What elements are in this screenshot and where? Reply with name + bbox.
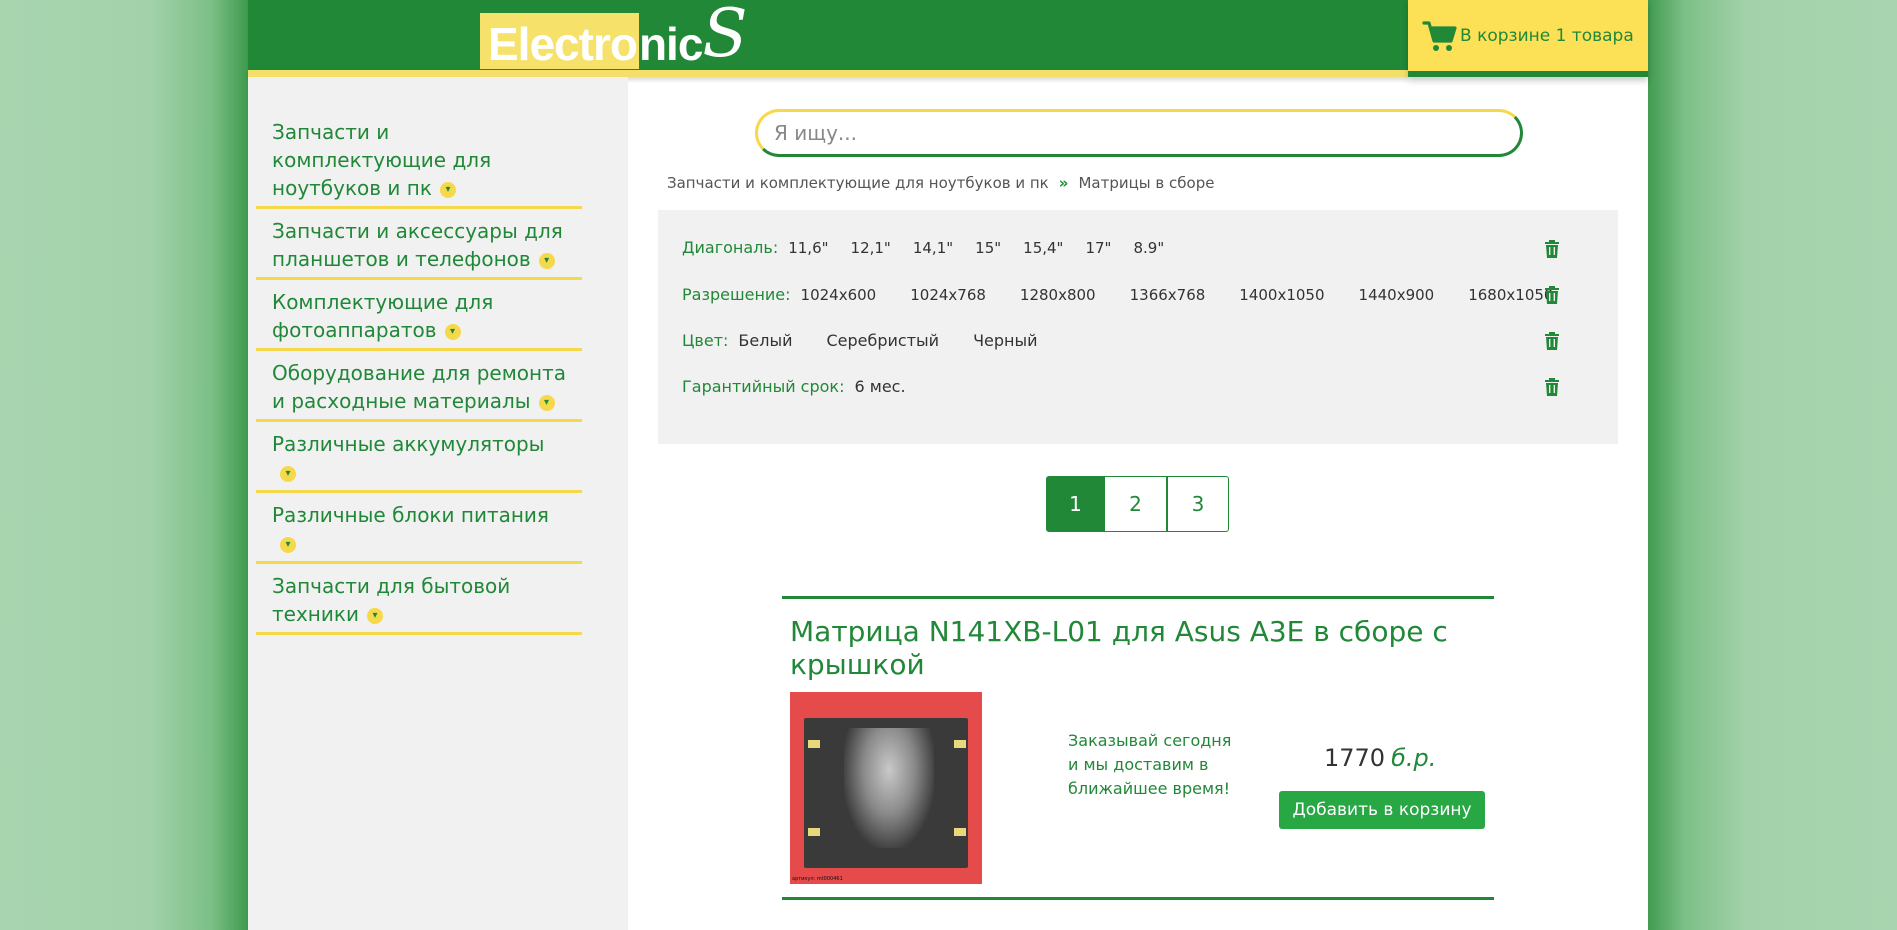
page: Electro nic S В корзине 1 товара Запчаст…: [248, 0, 1648, 930]
product-price: 1770 б.р.: [1324, 744, 1436, 772]
sidebar-menu: Запчасти и комплектующие для ноутбуков и…: [256, 117, 582, 642]
filter-value[interactable]: 15,4": [1023, 239, 1063, 257]
filter-value[interactable]: 11,6": [788, 239, 828, 257]
chevron-down-icon: ▾: [366, 607, 383, 624]
sidebar-item-label: Различные блоки питания: [272, 503, 549, 527]
background-left: [0, 0, 248, 930]
sidebar-item-batteries[interactable]: Различные аккумуляторы ▾: [256, 429, 582, 493]
product-image-tape: [808, 740, 820, 748]
filter-value[interactable]: Белый: [738, 331, 792, 350]
product-card: Матрица N141XB-L01 для Asus A3E в сборе …: [782, 596, 1494, 900]
sidebar-item-label: Оборудование для ремонта и расходные мат…: [272, 361, 566, 413]
cart-button[interactable]: В корзине 1 товара: [1408, 0, 1648, 77]
filter-label: Диагональ:: [682, 238, 779, 257]
breadcrumb-current: Матрицы в сборе: [1078, 174, 1215, 192]
product-image-code: артикул: mt000461: [792, 876, 843, 882]
filter-value[interactable]: Серебристый: [826, 331, 939, 350]
cart-text: В корзине 1 товара: [1460, 25, 1634, 46]
page-button-3[interactable]: 3: [1167, 476, 1229, 532]
sidebar-item-laptop-parts[interactable]: Запчасти и комплектующие для ноутбуков и…: [256, 117, 582, 209]
filter-value[interactable]: 1024x768: [910, 286, 986, 304]
filter-value[interactable]: 1366x768: [1130, 286, 1206, 304]
sidebar-item-tablet-parts[interactable]: Запчасти и аксессуары для планшетов и те…: [256, 216, 582, 280]
sidebar-item-label: Различные аккумуляторы: [272, 432, 545, 456]
product-image-tape: [954, 740, 966, 748]
filter-label: Цвет:: [682, 331, 729, 350]
add-to-cart-button[interactable]: Добавить в корзину: [1279, 791, 1485, 829]
filter-value[interactable]: 15": [975, 239, 1001, 257]
sidebar-item-power-supplies[interactable]: Различные блоки питания ▾: [256, 500, 582, 564]
background-right: [1647, 0, 1897, 930]
breadcrumb-parent-link[interactable]: Запчасти и комплектующие для ноутбуков и…: [667, 174, 1049, 192]
trash-icon[interactable]: [1544, 286, 1560, 304]
filter-label: Гарантийный срок:: [682, 377, 845, 396]
filter-value[interactable]: 1024x600: [801, 286, 877, 304]
filter-value[interactable]: 1680x1050: [1468, 286, 1553, 304]
logo-text-part1: Electro: [488, 18, 638, 70]
chevron-down-icon: ▾: [538, 394, 555, 411]
logo-highlight: Electro: [480, 13, 639, 69]
filter-value[interactable]: Черный: [973, 331, 1037, 350]
filters-panel: Диагональ: 11,6" 12,1" 14,1" 15" 15,4" 1…: [658, 210, 1618, 444]
sidebar-item-repair-equipment[interactable]: Оборудование для ремонта и расходные мат…: [256, 358, 582, 422]
filter-value[interactable]: 1280x800: [1020, 286, 1096, 304]
trash-icon[interactable]: [1544, 240, 1560, 258]
product-image[interactable]: артикул: mt000461: [790, 692, 982, 884]
product-title[interactable]: Матрица N141XB-L01 для Asus A3E в сборе …: [790, 615, 1470, 681]
sidebar-item-label: Запчасти и комплектующие для ноутбуков и…: [272, 120, 492, 200]
filter-row-diagonal: Диагональ: 11,6" 12,1" 14,1" 15" 15,4" 1…: [682, 238, 1186, 257]
filter-row-resolution: Разрешение: 1024x600 1024x768 1280x800 1…: [682, 285, 1553, 304]
filter-value[interactable]: 14,1": [913, 239, 953, 257]
filter-row-warranty: Гарантийный срок: 6 мес.: [682, 377, 940, 396]
price-currency: б.р.: [1391, 744, 1437, 772]
filter-value[interactable]: 12,1": [851, 239, 891, 257]
logo-s: S: [702, 0, 748, 72]
filter-value[interactable]: 6 мес.: [854, 377, 905, 396]
sidebar-item-label: Запчасти и аксессуары для планшетов и те…: [272, 219, 563, 271]
filter-value[interactable]: 17": [1085, 239, 1111, 257]
filter-row-color: Цвет: Белый Серебристый Черный: [682, 331, 1072, 350]
product-delivery-info: Заказывай сегодня и мы доставим в ближай…: [1068, 731, 1232, 798]
cart-icon: [1422, 20, 1457, 51]
sidebar: Запчасти и комплектующие для ноутбуков и…: [248, 77, 628, 930]
product-image-tape: [954, 828, 966, 836]
product-image-screen: [804, 718, 968, 868]
sidebar-item-label: Запчасти для бытовой техники: [272, 574, 511, 626]
product-image-tape: [808, 828, 820, 836]
search-box: [755, 109, 1523, 157]
page-button-1[interactable]: 1: [1046, 476, 1105, 532]
sidebar-item-appliance-parts[interactable]: Запчасти для бытовой техники ▾: [256, 571, 582, 635]
chevron-down-icon: ▾: [444, 323, 461, 340]
logo-text-part2: nic: [638, 18, 703, 70]
trash-icon[interactable]: [1544, 332, 1560, 350]
product-image-glow: [844, 728, 934, 848]
pagination: 1 2 3: [1046, 476, 1229, 532]
filter-value[interactable]: 1440x900: [1359, 286, 1435, 304]
search-input[interactable]: [774, 121, 1474, 145]
filter-label: Разрешение:: [682, 285, 791, 304]
logo[interactable]: Electro nic S: [480, 1, 748, 70]
chevron-down-icon: ▾: [280, 536, 296, 553]
filter-value[interactable]: 8.9": [1133, 239, 1164, 257]
page-button-2[interactable]: 2: [1105, 476, 1167, 532]
chevron-down-icon: ▾: [439, 181, 456, 198]
trash-icon[interactable]: [1544, 378, 1560, 396]
chevron-down-icon: ▾: [280, 465, 296, 482]
chevron-down-icon: ▾: [538, 252, 555, 269]
header-stripe: [248, 70, 1408, 77]
sidebar-item-camera-parts[interactable]: Комплектующие для фотоаппаратов ▾: [256, 287, 582, 351]
filter-value[interactable]: 1400x1050: [1239, 286, 1324, 304]
double-chevron-right-icon: »: [1058, 174, 1069, 192]
breadcrumb: Запчасти и комплектующие для ноутбуков и…: [667, 174, 1214, 192]
price-value: 1770: [1324, 744, 1386, 772]
